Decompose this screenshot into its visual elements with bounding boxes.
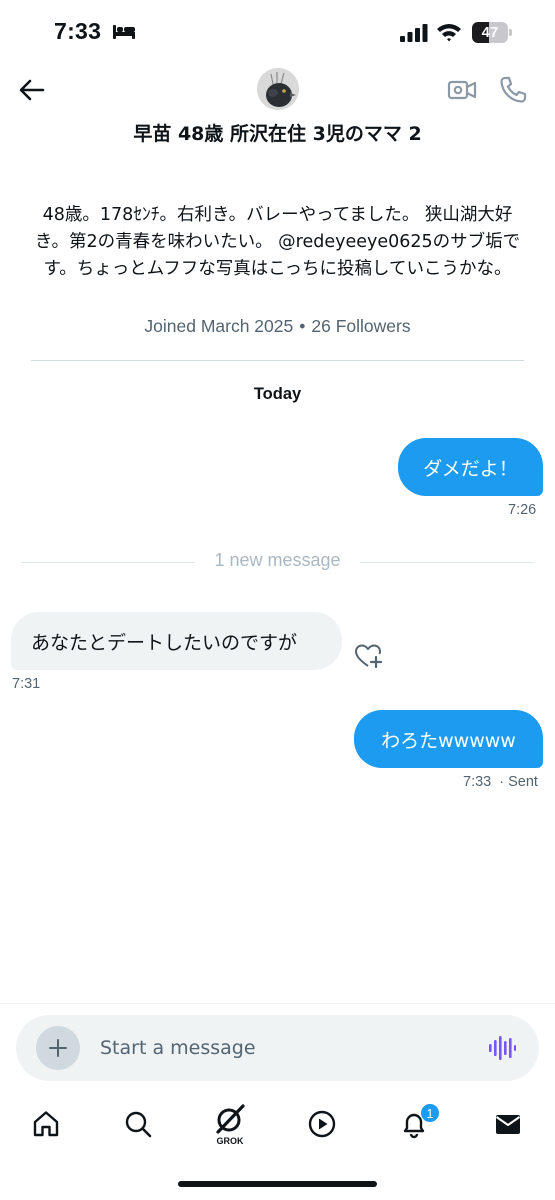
plus-icon — [49, 1039, 67, 1057]
composer-separator — [0, 1003, 555, 1004]
message-composer — [16, 1015, 539, 1081]
message-time: 7:33 — [463, 774, 492, 790]
nav-video[interactable] — [300, 1100, 344, 1148]
notification-badge: 1 — [420, 1103, 440, 1123]
message-text: あなたとデートしたいのですが — [31, 631, 298, 654]
message-time: 7:31 — [12, 676, 41, 692]
message-time: 7:26 — [508, 502, 537, 518]
new-message-divider-right — [360, 562, 534, 563]
sleep-focus-icon — [113, 25, 135, 39]
nav-search[interactable] — [116, 1100, 160, 1148]
profile-bio: 48歳。178ｾﾝﾁ。右利き。バレーやってました。 狭山湖大好き。第2の青春を味… — [34, 205, 521, 279]
status-time: 7:33 — [54, 18, 102, 44]
message-text: わろたwwwww — [381, 729, 516, 752]
battery-body: 47 — [472, 22, 508, 43]
new-message-label: 1 new message — [214, 550, 341, 570]
video-call-icon[interactable] — [446, 74, 478, 106]
new-message-divider-left — [21, 562, 195, 563]
message-status: 7:33 · Sent — [463, 774, 538, 790]
voice-message-icon[interactable] — [488, 1035, 516, 1061]
play-icon — [308, 1110, 336, 1138]
home-indicator[interactable] — [178, 1181, 377, 1187]
search-icon — [125, 1111, 152, 1138]
cell-signal-icon — [400, 24, 428, 42]
wifi-icon — [437, 24, 461, 42]
mail-icon — [495, 1115, 521, 1134]
nav-messages[interactable] — [486, 1100, 530, 1148]
divider — [31, 360, 524, 361]
joined-date: Joined March 2025 — [144, 316, 294, 336]
avatar-image — [257, 68, 299, 110]
followers-count[interactable]: 26 Followers — [311, 316, 410, 336]
add-media-button[interactable] — [36, 1026, 80, 1070]
message-bubble-outgoing[interactable]: ダメだよ！ — [398, 438, 543, 496]
message-bubble-incoming[interactable]: あなたとデートしたいのですが — [11, 612, 342, 670]
phone-icon[interactable] — [497, 74, 529, 106]
sent-status: · Sent — [499, 774, 538, 790]
meta-separator: • — [299, 316, 306, 336]
arrow-left-icon — [19, 79, 45, 101]
nav-home[interactable] — [24, 1100, 68, 1148]
grok-label: GROK — [216, 1136, 244, 1146]
date-separator: Today — [253, 385, 302, 403]
profile-name[interactable]: 早苗 48歳 所沢在住 3児のママ 2 — [20, 119, 535, 146]
add-reaction-icon[interactable] — [354, 642, 384, 670]
home-icon — [33, 1111, 59, 1137]
back-button[interactable] — [16, 74, 48, 106]
profile-meta: Joined March 2025 • 26 Followers — [20, 316, 535, 337]
battery-tip — [509, 29, 512, 36]
avatar[interactable] — [257, 68, 299, 110]
battery-indicator: 47 — [472, 22, 512, 43]
message-bubble-outgoing[interactable]: わろたwwwww — [354, 710, 543, 768]
message-text: ダメだよ！ — [423, 457, 518, 480]
status-bar: 7:33 47 — [0, 0, 555, 66]
battery-level: 47 — [481, 24, 499, 41]
message-input[interactable] — [100, 1029, 470, 1067]
grok-icon — [216, 1104, 245, 1134]
